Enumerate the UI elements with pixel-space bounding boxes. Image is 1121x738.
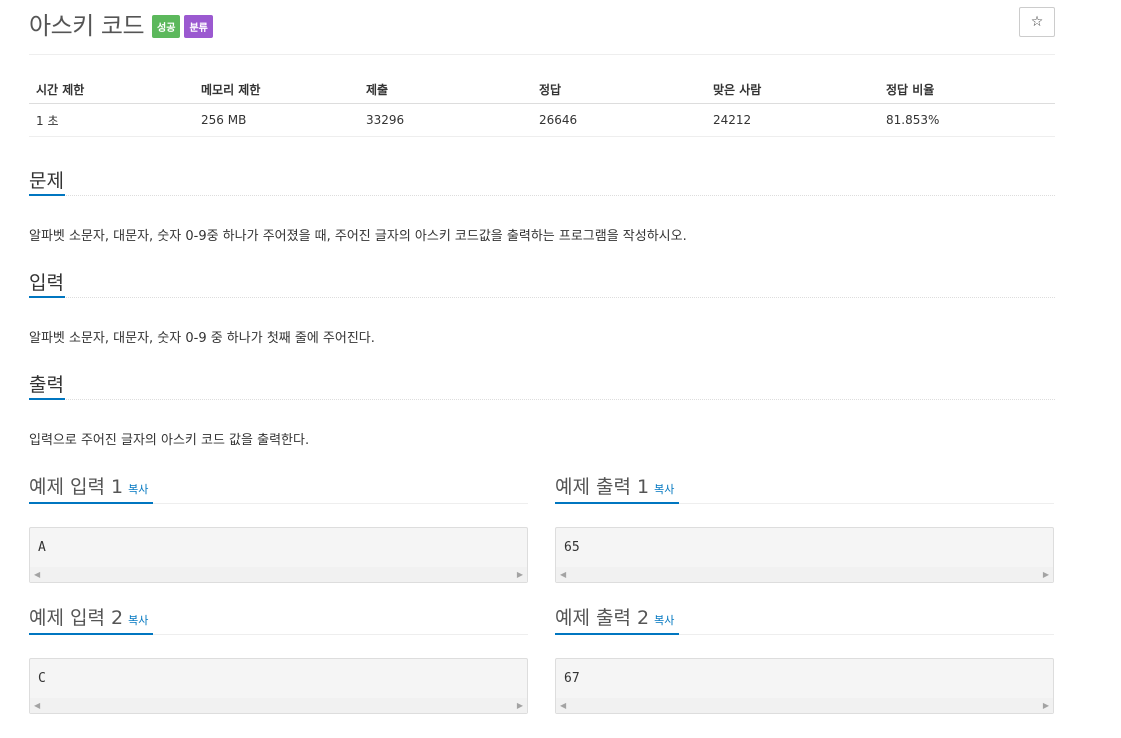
horizontal-scrollbar[interactable]: ◀ ▶ xyxy=(30,567,527,582)
section-input-title: 입력 xyxy=(29,272,64,294)
section-divider xyxy=(29,399,1055,400)
section-input-text: 알파벳 소문자, 대문자, 숫자 0-9 중 하나가 첫째 줄에 주어진다. xyxy=(29,331,375,346)
success-badge[interactable]: 성공 xyxy=(152,14,181,38)
sample-underline xyxy=(555,502,679,504)
sample-input-2-title: 예제 입력 2 xyxy=(29,607,124,629)
value-solved-users[interactable]: 24212 xyxy=(706,103,879,137)
sample-output-2: 예제 출력 2 복사 67 ◀ ▶ xyxy=(555,601,1054,714)
section-output-header: 출력 xyxy=(29,368,1055,400)
sample-output-2-box[interactable]: 67 ◀ ▶ xyxy=(555,658,1054,714)
section-underline xyxy=(29,296,65,298)
sample-input-1-value: A xyxy=(38,540,46,555)
value-submissions[interactable]: 33296 xyxy=(359,103,532,137)
category-badge[interactable]: 분류 xyxy=(184,14,213,38)
header-submissions: 제출 xyxy=(359,76,532,104)
copy-button[interactable]: 복사 xyxy=(128,483,148,496)
scroll-left-icon[interactable]: ◀ xyxy=(34,701,40,710)
copy-button[interactable]: 복사 xyxy=(654,483,674,496)
sample-underline xyxy=(29,633,153,635)
header-ratio: 정답 비율 xyxy=(879,76,1055,104)
star-button[interactable]: ☆ xyxy=(1019,7,1055,37)
sample-output-2-value: 67 xyxy=(564,671,580,686)
value-time-limit: 1 초 xyxy=(29,103,194,137)
problem-info-table: 시간 제한 메모리 제한 제출 정답 맞은 사람 정답 비율 1 초 256 M… xyxy=(29,76,1055,137)
title-row: 아스키 코드 성공 분류 xyxy=(29,6,213,40)
sample-input-2: 예제 입력 2 복사 C ◀ ▶ xyxy=(29,601,528,714)
section-output-text: 입력으로 주어진 글자의 아스키 코드 값을 출력한다. xyxy=(29,433,310,448)
header-memory-limit: 메모리 제한 xyxy=(194,76,359,104)
scroll-left-icon[interactable]: ◀ xyxy=(34,570,40,579)
sample-heading: 예제 출력 1 복사 xyxy=(555,472,674,499)
scroll-right-icon[interactable]: ▶ xyxy=(517,570,523,579)
value-memory-limit: 256 MB xyxy=(194,103,359,137)
sample-input-1-header: 예제 입력 1 복사 xyxy=(29,470,528,504)
header-time-limit: 시간 제한 xyxy=(29,76,194,104)
sample-output-2-header: 예제 출력 2 복사 xyxy=(555,601,1054,635)
scroll-left-icon[interactable]: ◀ xyxy=(560,701,566,710)
scroll-right-icon[interactable]: ▶ xyxy=(517,701,523,710)
sample-input-2-value: C xyxy=(38,671,46,686)
sample-output-1-header: 예제 출력 1 복사 xyxy=(555,470,1054,504)
sample-input-1-box[interactable]: A ◀ ▶ xyxy=(29,527,528,583)
sample-underline xyxy=(555,633,679,635)
page-title: 아스키 코드 xyxy=(29,11,145,40)
info-value-row: 1 초 256 MB 33296 26646 24212 81.853% xyxy=(29,103,1055,137)
sample-output-1-value: 65 xyxy=(564,540,580,555)
sample-heading: 예제 입력 2 복사 xyxy=(29,603,148,630)
scroll-left-icon[interactable]: ◀ xyxy=(560,570,566,579)
sample-input-1: 예제 입력 1 복사 A ◀ ▶ xyxy=(29,470,528,583)
sample-input-1-title: 예제 입력 1 xyxy=(29,476,124,498)
sample-output-1-box[interactable]: 65 ◀ ▶ xyxy=(555,527,1054,583)
section-input-header: 입력 xyxy=(29,266,1055,298)
section-description-header: 문제 xyxy=(29,164,1055,196)
section-underline xyxy=(29,194,65,196)
scroll-right-icon[interactable]: ▶ xyxy=(1043,701,1049,710)
sample-heading: 예제 입력 1 복사 xyxy=(29,472,148,499)
sample-output-1: 예제 출력 1 복사 65 ◀ ▶ xyxy=(555,470,1054,583)
section-description-title: 문제 xyxy=(29,170,64,192)
copy-button[interactable]: 복사 xyxy=(128,614,148,627)
section-divider xyxy=(29,297,1055,298)
header-solved-users: 맞은 사람 xyxy=(706,76,879,104)
sample-underline xyxy=(29,502,153,504)
horizontal-scrollbar[interactable]: ◀ ▶ xyxy=(556,698,1053,713)
value-ratio: 81.853% xyxy=(879,103,1055,137)
star-icon: ☆ xyxy=(1030,14,1044,30)
sample-output-1-title: 예제 출력 1 xyxy=(555,476,650,498)
copy-button[interactable]: 복사 xyxy=(654,614,674,627)
section-divider xyxy=(29,195,1055,196)
title-divider xyxy=(29,54,1055,55)
horizontal-scrollbar[interactable]: ◀ ▶ xyxy=(556,567,1053,582)
scroll-right-icon[interactable]: ▶ xyxy=(1043,570,1049,579)
sample-input-2-header: 예제 입력 2 복사 xyxy=(29,601,528,635)
sample-heading: 예제 출력 2 복사 xyxy=(555,603,674,630)
horizontal-scrollbar[interactable]: ◀ ▶ xyxy=(30,698,527,713)
info-header-row: 시간 제한 메모리 제한 제출 정답 맞은 사람 정답 비율 xyxy=(29,76,1055,104)
value-accepted[interactable]: 26646 xyxy=(532,103,706,137)
section-description-text: 알파벳 소문자, 대문자, 숫자 0-9중 하나가 주어졌을 때, 주어진 글자… xyxy=(29,229,687,244)
section-output-title: 출력 xyxy=(29,374,64,396)
sample-input-2-box[interactable]: C ◀ ▶ xyxy=(29,658,528,714)
sample-output-2-title: 예제 출력 2 xyxy=(555,607,650,629)
section-underline xyxy=(29,398,65,400)
header-accepted: 정답 xyxy=(532,76,706,104)
